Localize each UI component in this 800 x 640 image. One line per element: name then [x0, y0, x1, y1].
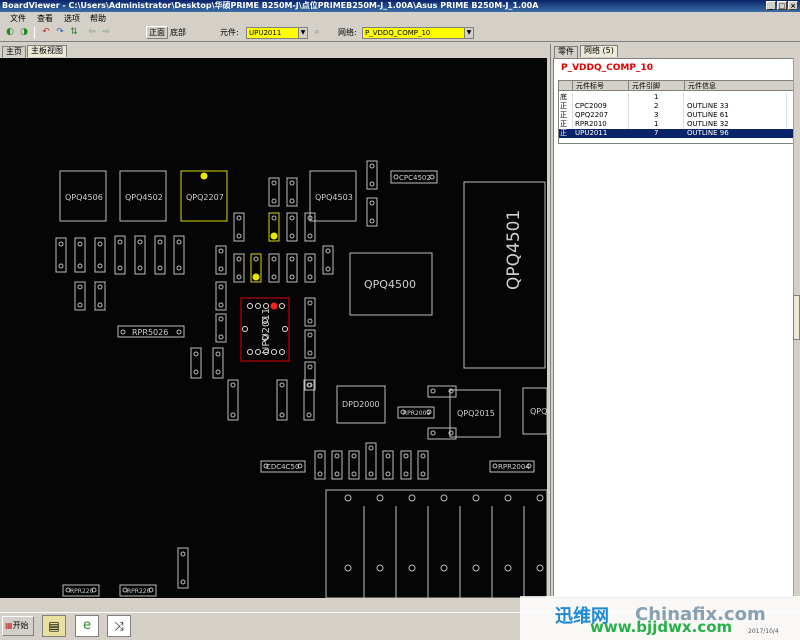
- component-value: UPU2011: [249, 29, 282, 37]
- column-header-pin[interactable]: 元件引脚: [629, 81, 685, 91]
- zoom-in-icon[interactable]: ◐: [4, 27, 16, 38]
- menu-bar: 文件 查看 选项 帮助: [0, 12, 800, 25]
- search-icon[interactable]: ⌕: [311, 27, 323, 38]
- component-label: 元件:: [220, 28, 239, 37]
- net-name-title: P_VDDQ_COMP_10: [561, 63, 653, 73]
- zoom-out-icon[interactable]: ◑: [18, 27, 30, 38]
- back-icon[interactable]: ⇦: [86, 27, 98, 38]
- chevron-down-icon[interactable]: ▼: [298, 28, 307, 38]
- menu-help[interactable]: 帮助: [90, 13, 106, 24]
- component-combobox[interactable]: UPU2011 ▼: [246, 27, 308, 39]
- shuffle-icon[interactable]: ⤨: [107, 615, 131, 637]
- tab-parts[interactable]: 零件: [554, 46, 578, 58]
- tab-board-view[interactable]: 主板视图: [27, 45, 67, 57]
- bottom-side-button[interactable]: 底部: [170, 27, 186, 38]
- net-value: P_VDDQ_COMP_10: [365, 29, 431, 37]
- watermark-url: www.bjjdwx.com: [590, 618, 733, 636]
- column-header-info[interactable]: 元件信息: [685, 81, 794, 91]
- menu-file[interactable]: 文件: [10, 13, 26, 24]
- rotate-left-icon[interactable]: ↶: [40, 27, 52, 38]
- maximize-button[interactable]: □: [777, 1, 787, 10]
- label-rpr5026: RPR5026: [132, 328, 168, 337]
- label-qpq2207: QPQ2207: [186, 193, 224, 202]
- folder-icon[interactable]: ▤: [42, 615, 66, 637]
- label-dpd2000: DPD2000: [342, 400, 380, 409]
- net-label: 网络:: [338, 28, 357, 37]
- table-row-selected[interactable]: 正 UPU2011 7 OUTLINE 96: [559, 129, 794, 138]
- label-rpr220-b: RPR220: [127, 588, 151, 595]
- label-qpq-edge: QPQ: [530, 407, 547, 416]
- pcb-drawing: QPQ4506 QPQ4502 QPQ2207 QPQ4503 CPC4502 …: [55, 160, 547, 598]
- start-button[interactable]: ▦开始: [2, 616, 34, 636]
- close-button[interactable]: ×: [788, 1, 798, 10]
- browser-icon[interactable]: e: [75, 615, 99, 637]
- label-qpq4502: QPQ4502: [125, 193, 163, 202]
- front-side-button[interactable]: 正面: [146, 26, 168, 39]
- net-pins-table[interactable]: 元件标号 元件引脚 元件信息 底 1 正 CPC2009 2 OUTLINE 3…: [558, 80, 795, 144]
- table-row[interactable]: 正 RPR2010 1 OUTLINE 32: [559, 120, 794, 129]
- chevron-down-icon[interactable]: ▼: [464, 28, 473, 38]
- table-row[interactable]: 正 CPC2009 2 OUTLINE 33: [559, 102, 794, 111]
- table-row[interactable]: 底 1: [559, 93, 794, 102]
- toolbar: ◐ ◑ ↶ ↷ ⇅ ⇦ ⇨ 正面 底部 元件: UPU2011 ▼ ⌕ 网络: …: [0, 25, 800, 42]
- board-view-canvas[interactable]: QPQ4506 QPQ4502 QPQ2207 QPQ4503 CPC4502 …: [0, 58, 547, 598]
- table-row[interactable]: 正 QPQ2207 3 OUTLINE 61: [559, 111, 794, 120]
- label-qpq4500: QPQ4500: [364, 278, 416, 291]
- label-qpq4506: QPQ4506: [65, 193, 103, 202]
- label-cpc4502: CPC4502: [399, 174, 431, 182]
- menu-view[interactable]: 查看: [37, 13, 53, 24]
- windows-logo-icon: ▦: [5, 621, 13, 630]
- label-cdc4c50: CDC4C50: [266, 463, 299, 471]
- tab-home[interactable]: 主页: [2, 46, 26, 58]
- forward-icon[interactable]: ⇨: [100, 27, 112, 38]
- tab-nets[interactable]: 网络 (5): [580, 45, 618, 57]
- scrollbar-thumb[interactable]: [793, 295, 800, 340]
- minimize-button[interactable]: _: [766, 1, 776, 10]
- label-rpr220-a: RPR220: [70, 588, 94, 595]
- label-upu2011: UPU2011: [261, 308, 272, 354]
- net-combobox[interactable]: P_VDDQ_COMP_10 ▼: [362, 27, 474, 39]
- menu-options[interactable]: 选项: [64, 13, 80, 24]
- toolbar-separator: [34, 27, 35, 39]
- label-qpq4501: QPQ4501: [504, 210, 524, 290]
- window-title-bar: BoardViewer - C:\Users\Administrator\Des…: [0, 0, 800, 12]
- label-rpr2009: RPR2009: [403, 410, 430, 417]
- rotate-right-icon[interactable]: ↷: [54, 27, 66, 38]
- window-title: BoardViewer - C:\Users\Administrator\Des…: [2, 1, 539, 10]
- label-qpq4503: QPQ4503: [315, 193, 353, 202]
- column-header-ref[interactable]: 元件标号: [573, 81, 629, 91]
- label-qpq2015: QPQ2015: [457, 409, 495, 418]
- column-header-side: [559, 81, 573, 91]
- flip-icon[interactable]: ⇅: [68, 27, 80, 38]
- clock-date: 2017/10/4: [748, 628, 779, 635]
- start-label: 开始: [12, 621, 29, 630]
- label-rpr2004: RPR2004: [498, 463, 530, 471]
